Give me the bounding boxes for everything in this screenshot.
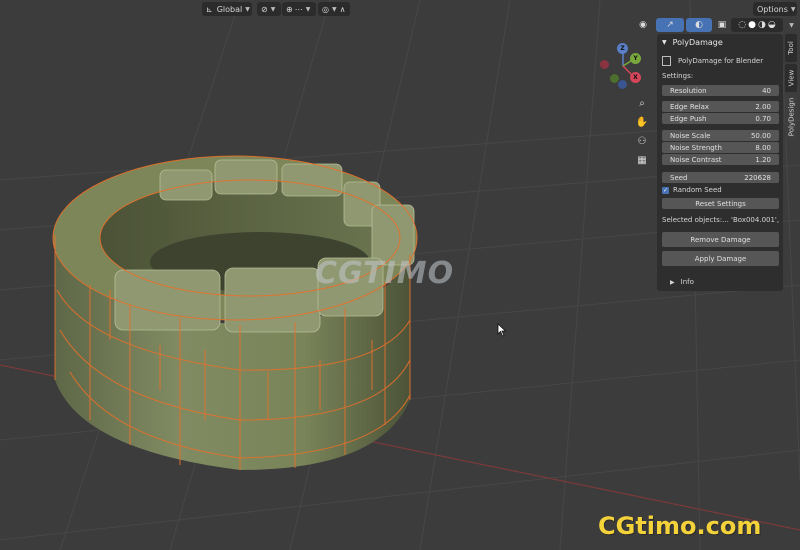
y-axis-icon[interactable]: Y	[630, 53, 641, 64]
options-dropdown[interactable]: Options ▼	[753, 2, 797, 16]
orientation-icon: ⊾	[206, 4, 213, 14]
chevron-down-icon: ▼	[790, 5, 796, 13]
selected-objects-text: Selected objects:... 'Box004.001', 'B	[662, 216, 780, 224]
tab-tool[interactable]: Tool	[785, 34, 797, 62]
magnet-icon: ⊕	[286, 4, 293, 14]
eye-icon: ◉	[639, 20, 647, 30]
seed-field[interactable]: Seed 220628	[662, 172, 779, 183]
panel-header[interactable]: ▼ PolyDamage	[657, 34, 783, 50]
edge-relax-field[interactable]: Edge Relax 2.00	[662, 101, 779, 112]
overlays-toggle[interactable]: ◐	[686, 18, 712, 32]
edge-push-field[interactable]: Edge Push 0.70	[662, 113, 779, 124]
material-shading-icon[interactable]: ◑	[758, 20, 766, 30]
chevron-down-icon: ▼	[245, 5, 250, 13]
gizmo-icon: ↗	[666, 20, 674, 30]
resolution-field[interactable]: Resolution 40	[662, 85, 779, 96]
snap-dropdown[interactable]: ⊕ ⋯ ▼	[282, 2, 316, 16]
expand-triangle-icon: ▶	[670, 278, 675, 286]
pan-hand-icon[interactable]: ✋	[635, 115, 649, 129]
neg-z-axis-icon[interactable]	[618, 80, 627, 89]
tab-view[interactable]: View	[785, 64, 797, 92]
settings-label: Settings:	[662, 72, 694, 80]
camera-view-icon[interactable]: ⚇	[635, 134, 649, 148]
visibility-dropdown[interactable]: ◉	[632, 18, 654, 32]
random-seed-checkbox[interactable]: ✓ Random Seed	[662, 186, 722, 194]
snap-grid-icon: ⋯	[294, 4, 303, 14]
pivot-point-dropdown[interactable]: ⊘ ▼	[257, 2, 281, 16]
navigation-gizmo[interactable]: Z Y X	[598, 40, 648, 90]
transform-orientation-dropdown[interactable]: ⊾ Global ▼	[202, 2, 252, 16]
3d-viewport[interactable]: ⊾ Global ▼ ⊘ ▼ ⊕ ⋯ ▼ ◎ ▼ ∧ Options ▼ ◉ ↗ ◐…	[0, 0, 800, 550]
mouse-cursor-icon	[497, 323, 507, 337]
neg-x-axis-icon[interactable]	[600, 60, 609, 69]
noise-contrast-field[interactable]: Noise Contrast 1.20	[662, 154, 779, 165]
collapse-triangle-icon: ▼	[662, 38, 667, 46]
chevron-down-icon: ▼	[270, 5, 276, 13]
solid-shading-icon[interactable]: ●	[748, 20, 756, 30]
info-subpanel-header[interactable]: ▶ Info	[670, 278, 694, 286]
perspective-grid-icon[interactable]: ▦	[635, 153, 649, 167]
noise-scale-field[interactable]: Noise Scale 50.00	[662, 130, 779, 141]
xray-icon: ▣	[717, 20, 727, 30]
gizmo-toggle[interactable]: ↗	[656, 18, 684, 32]
center-watermark: CGTIMO	[315, 256, 455, 291]
viewport-header: ⊾ Global ▼ ⊘ ▼ ⊕ ⋯ ▼ ◎ ▼ ∧ Options ▼	[0, 0, 800, 18]
proportional-edit-dropdown[interactable]: ◎ ▼ ∧	[318, 2, 350, 16]
chevron-down-icon: ▼	[789, 21, 794, 29]
proportional-icon: ◎	[322, 4, 329, 14]
chevron-down-icon: ▼	[305, 5, 311, 13]
falloff-icon: ∧	[339, 4, 346, 14]
tab-polydesign[interactable]: PolyDesign	[785, 95, 797, 139]
remove-damage-button[interactable]: Remove Damage	[662, 232, 779, 247]
overlays-icon: ◐	[695, 20, 703, 30]
shading-options-dropdown[interactable]: ▼	[784, 18, 796, 32]
rendered-shading-icon[interactable]: ◒	[768, 20, 776, 30]
corner-watermark: CGtimo.com	[598, 512, 762, 540]
xray-toggle[interactable]: ▣	[716, 18, 728, 32]
checkmark-icon: ✓	[662, 186, 669, 194]
x-axis-icon[interactable]: X	[630, 72, 641, 83]
apply-damage-button[interactable]: Apply Damage	[662, 251, 779, 266]
pivot-icon: ⊘	[261, 4, 268, 14]
polydamage-panel: ▼ PolyDamage PolyDamage for Blender Sett…	[657, 34, 783, 291]
shading-mode-group: ◌ ● ◑ ◒	[731, 18, 783, 32]
zoom-icon[interactable]: ⌕	[635, 96, 649, 110]
addon-icon	[662, 56, 671, 66]
addon-name-label: PolyDamage for Blender	[662, 56, 763, 66]
chevron-down-icon: ▼	[331, 5, 337, 13]
reset-settings-button[interactable]: Reset Settings	[662, 198, 779, 209]
wireframe-shading-icon[interactable]: ◌	[738, 20, 746, 30]
noise-strength-field[interactable]: Noise Strength 8.00	[662, 142, 779, 153]
z-axis-icon[interactable]: Z	[617, 43, 628, 54]
